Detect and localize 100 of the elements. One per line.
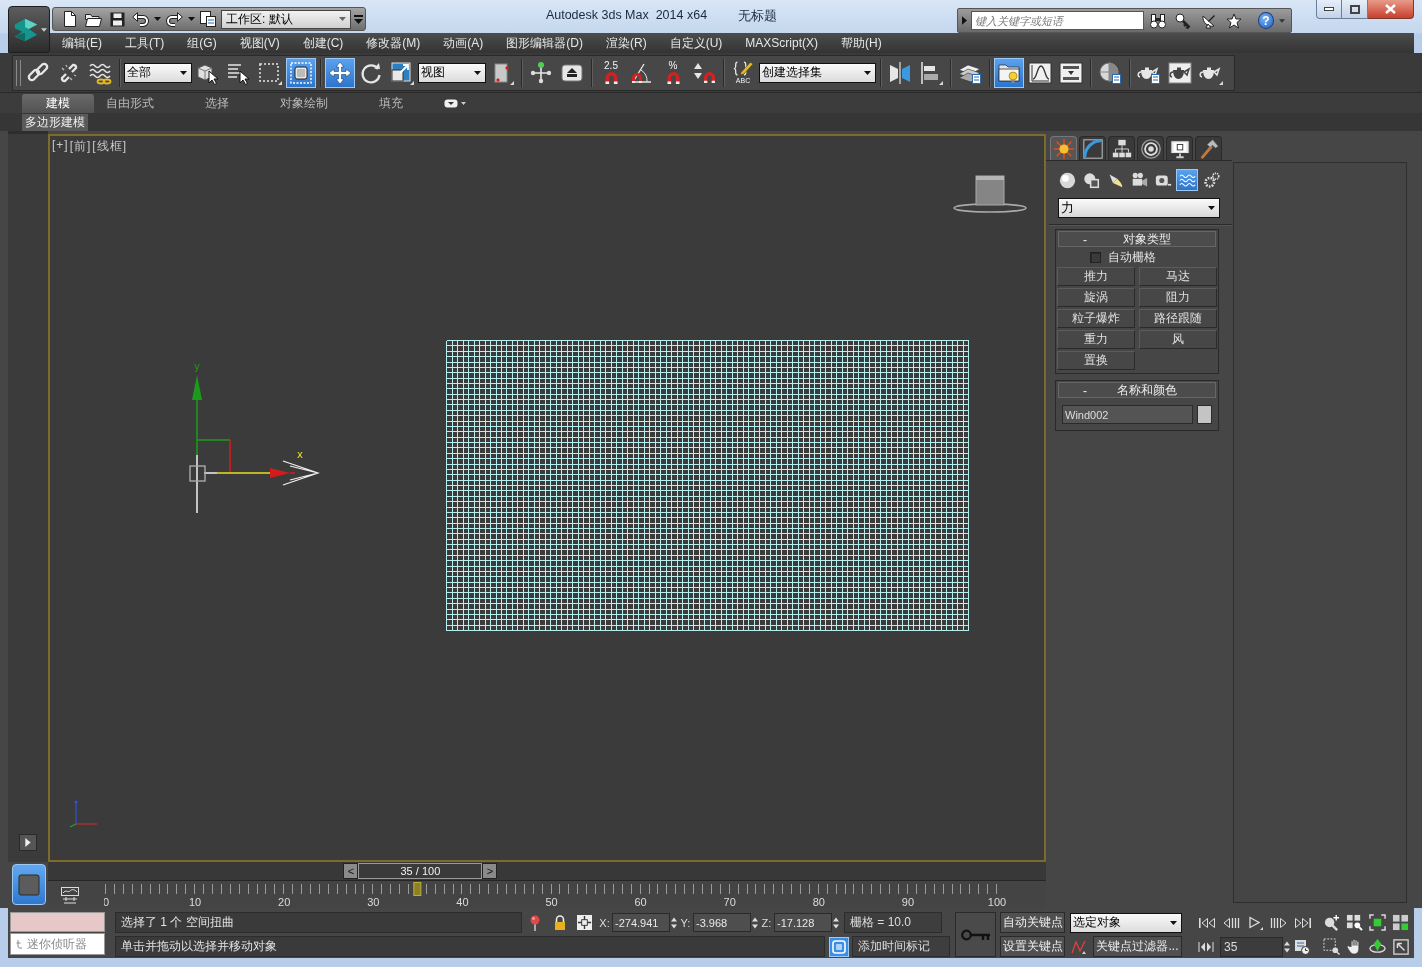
rollout-title: 名称和颜色: [1116, 381, 1178, 399]
waves-icon: [1178, 171, 1196, 189]
key-filters-button[interactable]: 关键点过滤器...: [1093, 936, 1182, 957]
trackbar-ruler[interactable]: [104, 882, 997, 896]
step-forward-icon: [1270, 916, 1288, 929]
ribbon-tab[interactable]: 建模: [22, 94, 94, 113]
maximize-button[interactable]: [1342, 0, 1368, 19]
coordinate-field[interactable]: -3.968: [693, 913, 751, 932]
frame-counter: 35 / 100: [358, 863, 483, 879]
menu-item[interactable]: 编辑(E): [62, 34, 102, 52]
coordinate-field[interactable]: -274.941: [612, 913, 670, 932]
object-type-button[interactable]: 风: [1139, 330, 1217, 349]
menu-item[interactable]: 创建(C): [302, 34, 344, 52]
menu-item[interactable]: 工具(T): [125, 34, 165, 52]
add-time-tag-button[interactable]: 添加时间标记: [852, 936, 950, 957]
menu-item[interactable]: 视图(V): [239, 34, 280, 52]
zoom-extents-button[interactable]: [1366, 912, 1389, 933]
object-type-button[interactable]: 粒子爆炸: [1057, 309, 1135, 328]
redo-button[interactable]: [163, 9, 185, 29]
object-type-button[interactable]: 阻力: [1139, 288, 1217, 307]
menu-item[interactable]: MAXScript(X): [745, 36, 819, 50]
rollout-header[interactable]: - 名称和颜色: [1058, 382, 1216, 398]
key-set-dropdown[interactable]: 选定对象: [1070, 912, 1182, 933]
expand-button[interactable]: [19, 834, 37, 851]
ribbon-tab[interactable]: 填充: [367, 94, 415, 113]
layout-tab[interactable]: [12, 864, 46, 905]
menu-item[interactable]: 帮助(H): [841, 34, 882, 52]
concentric-circles-icon: [1139, 137, 1162, 160]
toolbar-button[interactable]: [325, 57, 355, 88]
time-slider-handle[interactable]: < 35 / 100 >: [343, 863, 498, 879]
frame-field[interactable]: 35: [1220, 936, 1283, 957]
ribbon-panel-tab[interactable]: 多边形建模: [22, 114, 88, 131]
menu-item[interactable]: 自定义(U): [669, 34, 723, 52]
toolbar-dropdown[interactable]: 视图: [418, 62, 486, 83]
toggle-button[interactable]: [829, 936, 849, 957]
workspace-dropdown[interactable]: 工作区: 默认: [221, 9, 351, 29]
rollout-header[interactable]: - 对象类型: [1058, 231, 1216, 247]
wind-arrow[interactable]: [282, 460, 320, 486]
command-panel-tab[interactable]: [1195, 136, 1222, 160]
menu-item[interactable]: 图形编辑器(D): [506, 34, 583, 52]
category-dropdown[interactable]: 力: [1058, 198, 1220, 218]
toolbar-button[interactable]: %: [658, 57, 688, 88]
ribbon-tab[interactable]: 选择: [193, 94, 241, 113]
viewport-menu-label[interactable]: [线框]: [92, 138, 128, 155]
object-type-button[interactable]: 马达: [1139, 267, 1217, 286]
object-type-button[interactable]: 置换: [1057, 351, 1135, 370]
cube-ring-icon[interactable]: [952, 172, 1028, 214]
next-frame-button[interactable]: >: [482, 863, 498, 879]
magnet-icon: [666, 72, 680, 84]
menu-item[interactable]: 组(G): [187, 34, 217, 52]
previous-frame-button[interactable]: <: [343, 863, 359, 879]
frame-number: 10: [189, 896, 202, 908]
frame-number: 100: [987, 896, 1007, 908]
axis-label: Y:: [679, 916, 692, 929]
rounded-square-icon: [832, 939, 846, 954]
viewport-menu-label[interactable]: [前]: [69, 138, 92, 155]
undo-button[interactable]: [129, 9, 151, 29]
dashed-magnifier-icon: [1323, 938, 1340, 955]
collapse-sign[interactable]: -: [1079, 231, 1091, 247]
toolbar-button[interactable]: 2.5: [596, 57, 626, 88]
toolbar-dropdown[interactable]: 全部: [124, 62, 192, 83]
listener-output-field[interactable]: [10, 912, 105, 932]
page-icon: [63, 11, 77, 27]
menu-item[interactable]: 动画(A): [443, 34, 484, 52]
ribbon-tab[interactable]: 自由形式: [94, 94, 166, 113]
close-button[interactable]: [1368, 0, 1414, 19]
toolbar-dropdown[interactable]: 创建选择集: [759, 62, 876, 83]
camera-icon: [1130, 171, 1148, 189]
current-frame-marker[interactable]: [413, 882, 422, 896]
command-panel-tab[interactable]: [1108, 136, 1135, 160]
region-zoom-button[interactable]: [1320, 936, 1343, 957]
color-swatch[interactable]: [1197, 405, 1212, 424]
toolbar-button[interactable]: [994, 57, 1024, 88]
search-field[interactable]: 键入关键字或短语: [970, 11, 1145, 30]
object-type-button[interactable]: 重力: [1057, 330, 1135, 349]
menu-item[interactable]: 渲染(R): [606, 34, 647, 52]
menu-item[interactable]: 修改器(M): [366, 34, 421, 52]
collapse-sign[interactable]: -: [1079, 382, 1091, 398]
coordinate-field[interactable]: -17.128: [774, 913, 832, 932]
set-key-button[interactable]: 设置关键点: [1000, 936, 1065, 957]
name-field[interactable]: Wind002: [1062, 405, 1193, 424]
minimize-button[interactable]: [1316, 0, 1342, 19]
viewport-menu-label[interactable]: [+]: [52, 138, 69, 155]
command-panel-tab[interactable]: [1166, 136, 1193, 160]
object-type-button[interactable]: 推力: [1057, 267, 1135, 286]
command-panel-tab[interactable]: [1137, 136, 1164, 160]
frame-number: 80: [812, 896, 825, 908]
auto-key-button[interactable]: 自动关键点: [1000, 912, 1065, 933]
category-button[interactable]: [1176, 169, 1198, 191]
object-type-button[interactable]: 旋涡: [1057, 288, 1135, 307]
listener-input-field[interactable]: 迷你侦听器: [10, 933, 105, 955]
ribbon-tab[interactable]: 对象绘制: [268, 94, 340, 113]
object-type-button[interactable]: 路径跟随: [1139, 309, 1217, 328]
toolbar-button[interactable]: [286, 57, 316, 88]
checkbox[interactable]: [1090, 251, 1101, 263]
status-text: 选择了 1 个 空间扭曲: [115, 912, 522, 933]
project-folder-button[interactable]: [197, 9, 219, 29]
application-menu-button[interactable]: [8, 6, 50, 53]
dashed-square-icon: [289, 60, 313, 85]
curve-editor-button[interactable]: [60, 886, 80, 904]
